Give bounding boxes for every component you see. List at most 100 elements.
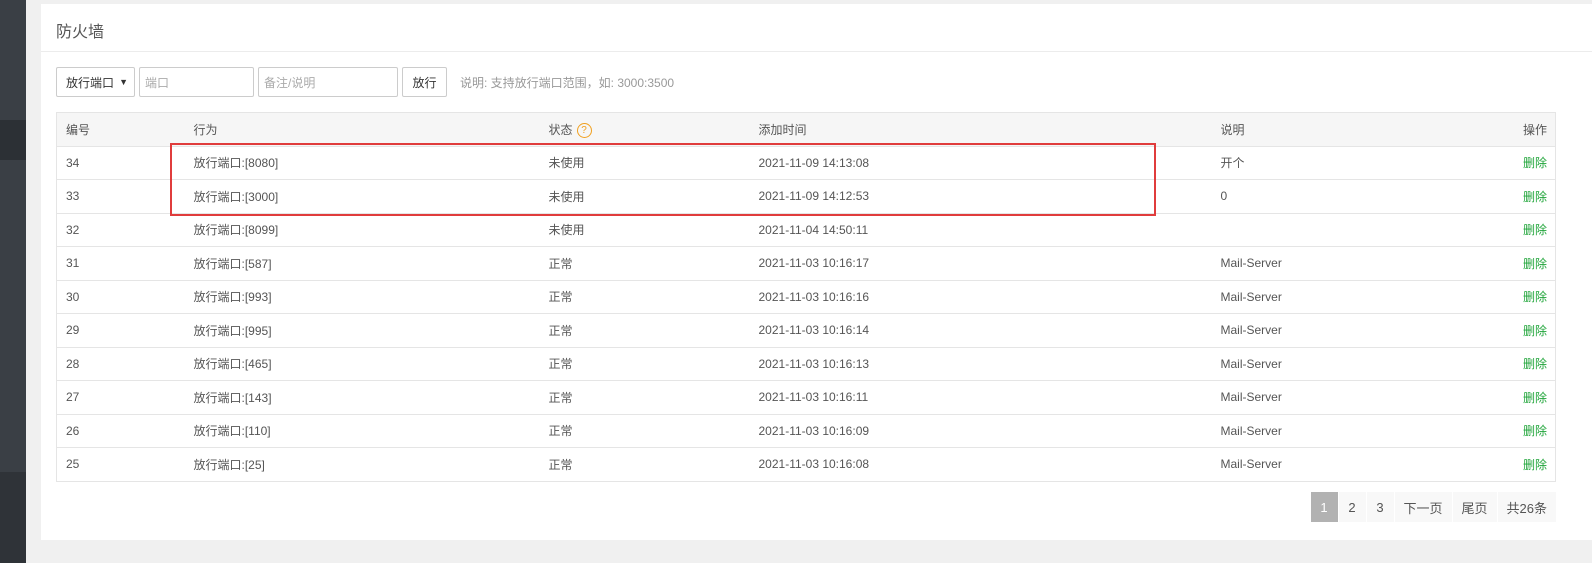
row-id: 29 — [56, 313, 194, 348]
page-1[interactable]: 1 — [1309, 492, 1338, 522]
firewall-toolbar: 放行端口 ▼ 端口 备注/说明 放行 说明: 支持放行端口范围，如: 3000:… — [56, 67, 674, 97]
row-note: Mail-Server — [1220, 246, 1481, 281]
table-row: 33 放行端口:[3000] 未使用 2021-11-09 14:12:53 0 删除 — [56, 179, 1556, 214]
table-row: 25 放行端口:[25] 正常 2021-11-03 10:16:08 Mail-Ser… — [56, 447, 1556, 482]
bottom-strip — [26, 540, 1592, 563]
row-action: 放行端口:[995] — [193, 313, 549, 348]
col-time-header: 添加时间 — [758, 112, 1221, 147]
row-status: 未使用 — [548, 179, 759, 214]
delete-link[interactable]: 删除 — [1523, 156, 1547, 170]
row-op-cell: 删除 — [1480, 146, 1556, 180]
allow-button[interactable]: 放行 — [402, 67, 447, 97]
col-action-header: 行为 — [193, 112, 549, 147]
port-input[interactable]: 端口 — [139, 67, 254, 97]
row-time: 2021-11-03 10:16:16 — [758, 280, 1221, 314]
row-status: 正常 — [548, 447, 759, 482]
sidebar — [0, 0, 26, 563]
row-note: Mail-Server — [1220, 347, 1481, 381]
row-id: 33 — [56, 179, 194, 214]
table-row: 34 放行端口:[8080] 未使用 2021-11-09 14:13:08 开个 删除 — [56, 146, 1556, 180]
total-count: 共26条 — [1496, 492, 1556, 522]
row-op-cell: 删除 — [1480, 313, 1556, 348]
delete-link[interactable]: 删除 — [1523, 324, 1547, 338]
rule-type-select[interactable]: 放行端口 ▼ — [56, 67, 135, 97]
row-time: 2021-11-03 10:16:17 — [758, 246, 1221, 281]
row-note: 开个 — [1220, 146, 1481, 180]
row-note — [1220, 213, 1481, 247]
firewall-panel: 防火墙 放行端口 ▼ 端口 备注/说明 放行 说明: 支持放行端口范围，如: 3… — [41, 4, 1592, 540]
chevron-down-icon: ▼ — [119, 77, 128, 87]
table-row: 29 放行端口:[995] 正常 2021-11-03 10:16:14 Mail-Se… — [56, 313, 1556, 348]
row-status: 正常 — [548, 347, 759, 381]
row-time: 2021-11-04 14:50:11 — [758, 213, 1221, 247]
sidebar-active-item[interactable] — [0, 120, 26, 160]
note-input[interactable]: 备注/说明 — [258, 67, 398, 97]
col-op-header: 操作 — [1480, 112, 1556, 147]
row-note: Mail-Server — [1220, 313, 1481, 348]
delete-link[interactable]: 删除 — [1523, 458, 1547, 472]
row-id: 28 — [56, 347, 194, 381]
table-row: 30 放行端口:[993] 正常 2021-11-03 10:16:16 Mail-Se… — [56, 280, 1556, 314]
row-id: 27 — [56, 380, 194, 415]
delete-link[interactable]: 删除 — [1523, 190, 1547, 204]
delete-link[interactable]: 删除 — [1523, 357, 1547, 371]
row-status: 正常 — [548, 246, 759, 281]
delete-link[interactable]: 删除 — [1523, 424, 1547, 438]
row-status: 正常 — [548, 380, 759, 415]
row-note: Mail-Server — [1220, 280, 1481, 314]
port-input-placeholder: 端口 — [145, 75, 170, 90]
row-status: 未使用 — [548, 146, 759, 180]
row-op-cell: 删除 — [1480, 414, 1556, 448]
delete-link[interactable]: 删除 — [1523, 290, 1547, 304]
row-id: 26 — [56, 414, 194, 448]
page-2[interactable]: 2 — [1337, 492, 1366, 522]
row-action: 放行端口:[993] — [193, 280, 549, 314]
row-op-cell: 删除 — [1480, 280, 1556, 314]
hint-text: 说明: 支持放行端口范围，如: 3000:3500 — [460, 75, 675, 90]
delete-link[interactable]: 删除 — [1523, 257, 1547, 271]
row-note: Mail-Server — [1220, 380, 1481, 415]
row-status: 正常 — [548, 280, 759, 314]
last-page[interactable]: 尾页 — [1451, 492, 1497, 522]
row-id: 25 — [56, 447, 194, 482]
row-time: 2021-11-09 14:13:08 — [758, 146, 1221, 180]
row-op-cell: 删除 — [1480, 213, 1556, 247]
row-id: 30 — [56, 280, 194, 314]
row-action: 放行端口:[465] — [193, 347, 549, 381]
row-action: 放行端口:[587] — [193, 246, 549, 281]
row-note: Mail-Server — [1220, 447, 1481, 482]
row-note: 0 — [1220, 179, 1481, 214]
row-op-cell: 删除 — [1480, 347, 1556, 381]
row-note: Mail-Server — [1220, 414, 1481, 448]
row-id: 32 — [56, 213, 194, 247]
row-op-cell: 删除 — [1480, 246, 1556, 281]
row-action: 放行端口:[25] — [193, 447, 549, 482]
table-row: 27 放行端口:[143] 正常 2021-11-03 10:16:11 Mail-Se… — [56, 380, 1556, 415]
row-time: 2021-11-03 10:16:09 — [758, 414, 1221, 448]
question-circle-icon[interactable]: ? — [576, 122, 592, 138]
row-status: 正常 — [548, 313, 759, 348]
next-page[interactable]: 下一页 — [1393, 492, 1452, 522]
table-row: 26 放行端口:[110] 正常 2021-11-03 10:16:09 Mail-Se… — [56, 414, 1556, 448]
table-row: 28 放行端口:[465] 正常 2021-11-03 10:16:13 Mail-Se… — [56, 347, 1556, 381]
col-id-header: 编号 — [56, 112, 194, 147]
row-action: 放行端口:[3000] — [193, 179, 549, 214]
panel-title: 防火墙 — [41, 4, 1592, 52]
row-status: 未使用 — [548, 213, 759, 247]
row-id: 31 — [56, 246, 194, 281]
page-3[interactable]: 3 — [1365, 492, 1394, 522]
table-row: 31 放行端口:[587] 正常 2021-11-03 10:16:17 Mail-Se… — [56, 246, 1556, 281]
row-op-cell: 删除 — [1480, 447, 1556, 482]
row-action: 放行端口:[110] — [193, 414, 549, 448]
row-op-cell: 删除 — [1480, 380, 1556, 415]
firewall-rules-table: 编号 行为 状态? 添加时间 说明 操作 34 放行端口:[8080] 未使用 202… — [56, 112, 1556, 482]
col-status-label: 状态 — [548, 122, 573, 137]
rule-type-value: 放行端口 — [66, 75, 115, 90]
note-input-placeholder: 备注/说明 — [264, 75, 316, 90]
row-action: 放行端口:[143] — [193, 380, 549, 415]
row-action: 放行端口:[8099] — [193, 213, 549, 247]
delete-link[interactable]: 删除 — [1523, 391, 1547, 405]
row-action: 放行端口:[8080] — [193, 146, 549, 180]
delete-link[interactable]: 删除 — [1523, 223, 1547, 237]
row-time: 2021-11-03 10:16:11 — [758, 380, 1221, 415]
